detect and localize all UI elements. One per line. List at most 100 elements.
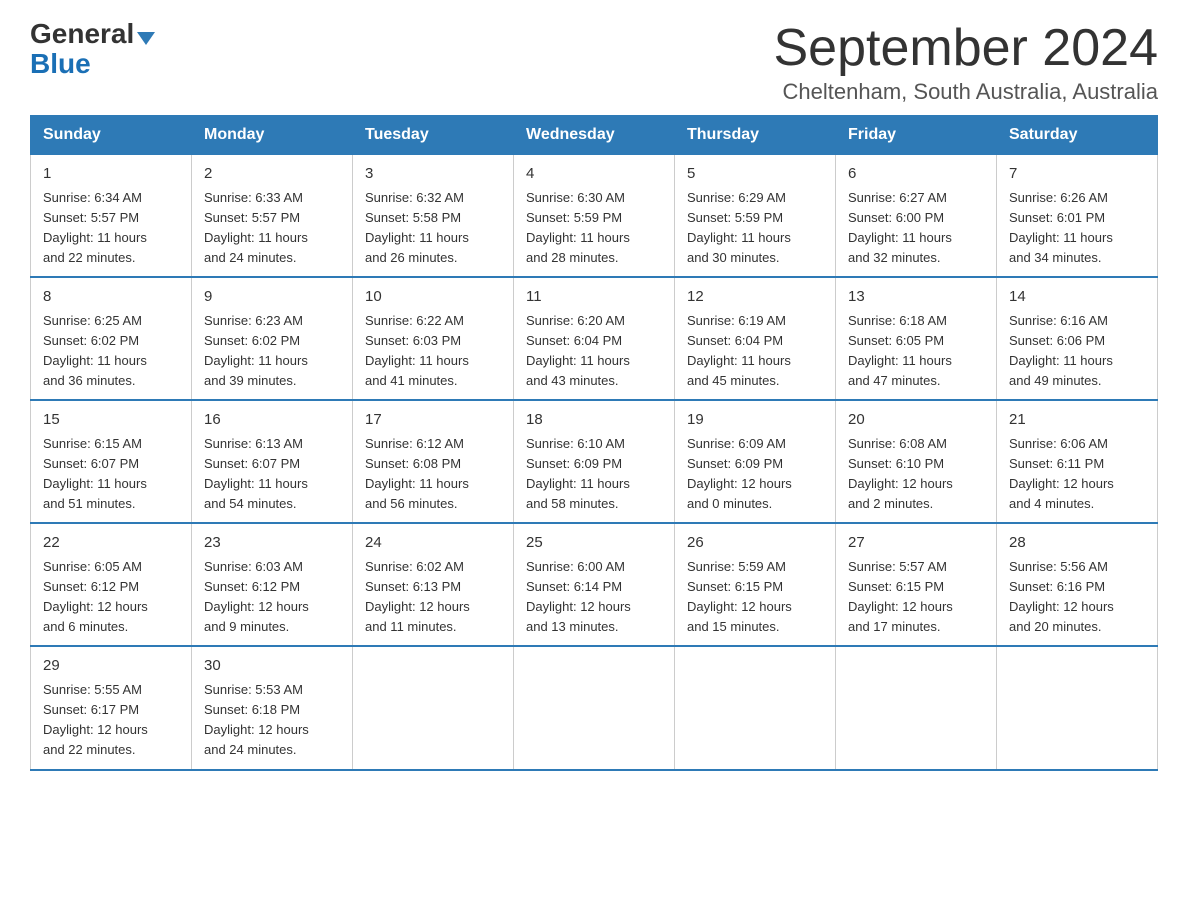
day-info-line: Sunrise: 5:55 AM [43, 680, 179, 700]
weekday-header-friday: Friday [836, 116, 997, 155]
day-info-line: Sunset: 6:17 PM [43, 700, 179, 720]
day-info-line: Sunset: 5:57 PM [43, 208, 179, 228]
day-info-line: and 22 minutes. [43, 248, 179, 268]
calendar-cell: 18Sunrise: 6:10 AMSunset: 6:09 PMDayligh… [514, 400, 675, 523]
day-info-line: and 54 minutes. [204, 494, 340, 514]
calendar-cell: 11Sunrise: 6:20 AMSunset: 6:04 PMDayligh… [514, 277, 675, 400]
day-info-line: and 22 minutes. [43, 740, 179, 760]
day-info-line: and 13 minutes. [526, 617, 662, 637]
day-info-line: Sunrise: 6:25 AM [43, 311, 179, 331]
calendar-table: SundayMondayTuesdayWednesdayThursdayFrid… [30, 115, 1158, 770]
day-info-line: and 17 minutes. [848, 617, 984, 637]
day-number: 10 [365, 286, 501, 309]
weekday-header-saturday: Saturday [997, 116, 1158, 155]
day-info-line: Sunrise: 6:16 AM [1009, 311, 1145, 331]
calendar-cell [514, 646, 675, 769]
day-info-line: Sunset: 5:59 PM [687, 208, 823, 228]
day-info-line: Sunset: 6:11 PM [1009, 454, 1145, 474]
day-number: 27 [848, 532, 984, 555]
calendar-cell: 25Sunrise: 6:00 AMSunset: 6:14 PMDayligh… [514, 523, 675, 646]
calendar-header: SundayMondayTuesdayWednesdayThursdayFrid… [31, 116, 1158, 155]
calendar-cell: 27Sunrise: 5:57 AMSunset: 6:15 PMDayligh… [836, 523, 997, 646]
weekday-header-tuesday: Tuesday [353, 116, 514, 155]
day-info-line: Sunset: 6:12 PM [43, 577, 179, 597]
logo: General [30, 20, 155, 48]
day-info-line: Daylight: 11 hours [204, 474, 340, 494]
day-info-line: and 2 minutes. [848, 494, 984, 514]
weekday-header-monday: Monday [192, 116, 353, 155]
calendar-cell: 16Sunrise: 6:13 AMSunset: 6:07 PMDayligh… [192, 400, 353, 523]
calendar-cell [836, 646, 997, 769]
day-info-line: Daylight: 11 hours [526, 351, 662, 371]
day-info-line: Sunset: 6:04 PM [526, 331, 662, 351]
day-number: 1 [43, 163, 179, 186]
calendar-cell: 29Sunrise: 5:55 AMSunset: 6:17 PMDayligh… [31, 646, 192, 769]
day-info-line: Sunset: 6:10 PM [848, 454, 984, 474]
day-info-line: Sunrise: 6:05 AM [43, 557, 179, 577]
day-info-line: Daylight: 12 hours [848, 474, 984, 494]
day-info-line: Sunrise: 6:22 AM [365, 311, 501, 331]
calendar-cell: 3Sunrise: 6:32 AMSunset: 5:58 PMDaylight… [353, 155, 514, 278]
day-info-line: and 32 minutes. [848, 248, 984, 268]
day-info-line: Daylight: 12 hours [204, 720, 340, 740]
day-number: 3 [365, 163, 501, 186]
day-number: 21 [1009, 409, 1145, 432]
calendar-week-3: 15Sunrise: 6:15 AMSunset: 6:07 PMDayligh… [31, 400, 1158, 523]
day-info-line: Sunset: 5:58 PM [365, 208, 501, 228]
day-number: 26 [687, 532, 823, 555]
day-info-line: Sunset: 6:06 PM [1009, 331, 1145, 351]
calendar-body: 1Sunrise: 6:34 AMSunset: 5:57 PMDaylight… [31, 155, 1158, 770]
calendar-week-4: 22Sunrise: 6:05 AMSunset: 6:12 PMDayligh… [31, 523, 1158, 646]
day-info-line: Sunrise: 6:34 AM [43, 188, 179, 208]
day-info-line: Daylight: 12 hours [204, 597, 340, 617]
day-number: 18 [526, 409, 662, 432]
day-info-line: Daylight: 11 hours [526, 228, 662, 248]
calendar-week-2: 8Sunrise: 6:25 AMSunset: 6:02 PMDaylight… [31, 277, 1158, 400]
day-number: 7 [1009, 163, 1145, 186]
calendar-cell: 6Sunrise: 6:27 AMSunset: 6:00 PMDaylight… [836, 155, 997, 278]
day-info-line: Sunset: 6:18 PM [204, 700, 340, 720]
day-info-line: and 41 minutes. [365, 371, 501, 391]
calendar-cell: 26Sunrise: 5:59 AMSunset: 6:15 PMDayligh… [675, 523, 836, 646]
weekday-header-thursday: Thursday [675, 116, 836, 155]
day-number: 29 [43, 655, 179, 678]
logo-blue-text: Blue [30, 48, 91, 80]
weekday-header-wednesday: Wednesday [514, 116, 675, 155]
calendar-cell: 21Sunrise: 6:06 AMSunset: 6:11 PMDayligh… [997, 400, 1158, 523]
day-number: 4 [526, 163, 662, 186]
day-info-line: Daylight: 11 hours [365, 474, 501, 494]
calendar-cell [997, 646, 1158, 769]
calendar-cell: 15Sunrise: 6:15 AMSunset: 6:07 PMDayligh… [31, 400, 192, 523]
calendar-cell: 19Sunrise: 6:09 AMSunset: 6:09 PMDayligh… [675, 400, 836, 523]
day-info-line: Sunrise: 6:32 AM [365, 188, 501, 208]
calendar-cell: 10Sunrise: 6:22 AMSunset: 6:03 PMDayligh… [353, 277, 514, 400]
day-info-line: Sunset: 6:02 PM [43, 331, 179, 351]
day-info-line: Sunset: 6:16 PM [1009, 577, 1145, 597]
day-info-line: Daylight: 11 hours [848, 228, 984, 248]
day-info-line: Sunrise: 5:53 AM [204, 680, 340, 700]
day-info-line: Sunrise: 6:20 AM [526, 311, 662, 331]
day-info-line: Sunrise: 5:59 AM [687, 557, 823, 577]
day-info-line: Sunrise: 6:15 AM [43, 434, 179, 454]
weekday-header-row: SundayMondayTuesdayWednesdayThursdayFrid… [31, 116, 1158, 155]
day-info-line: Sunrise: 6:12 AM [365, 434, 501, 454]
day-info-line: Sunrise: 5:56 AM [1009, 557, 1145, 577]
day-info-line: Daylight: 11 hours [848, 351, 984, 371]
day-info-line: Daylight: 11 hours [204, 351, 340, 371]
day-info-line: Daylight: 12 hours [43, 720, 179, 740]
day-info-line: and 45 minutes. [687, 371, 823, 391]
header: General Blue September 2024 Cheltenham, … [30, 20, 1158, 105]
day-info-line: Daylight: 11 hours [365, 228, 501, 248]
day-number: 11 [526, 286, 662, 309]
day-number: 13 [848, 286, 984, 309]
day-info-line: Sunrise: 5:57 AM [848, 557, 984, 577]
calendar-cell [675, 646, 836, 769]
day-number: 30 [204, 655, 340, 678]
day-number: 2 [204, 163, 340, 186]
day-info-line: Daylight: 11 hours [687, 228, 823, 248]
day-info-line: Sunset: 5:57 PM [204, 208, 340, 228]
day-info-line: Sunrise: 6:29 AM [687, 188, 823, 208]
day-info-line: Sunrise: 6:23 AM [204, 311, 340, 331]
day-info-line: Daylight: 12 hours [1009, 597, 1145, 617]
day-info-line: Sunset: 6:08 PM [365, 454, 501, 474]
